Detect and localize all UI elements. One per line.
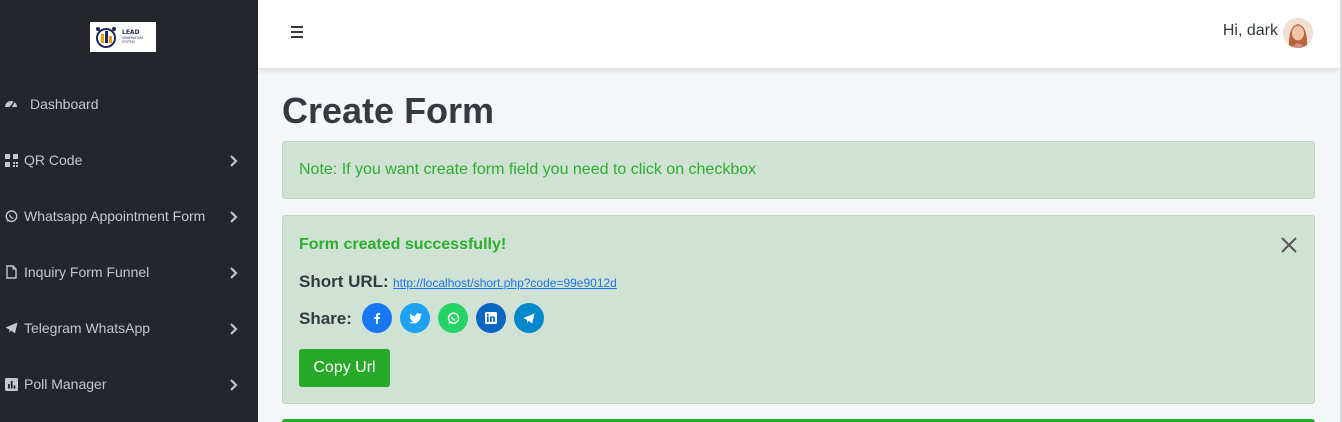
sidebar-item-whatsapp-appointment[interactable]: Whatsapp Appointment Form <box>0 188 258 244</box>
hamburger-menu-icon[interactable] <box>291 26 303 38</box>
success-title: Form created successfully! <box>299 236 507 253</box>
share-facebook-button[interactable] <box>362 303 392 333</box>
share-twitter-button[interactable] <box>400 303 430 333</box>
chevron-right-icon <box>228 378 238 391</box>
sidebar-item-label: Telegram WhatsApp <box>24 320 151 336</box>
logo-line1: LEAD <box>122 28 140 36</box>
success-alert: Form created successfully! Short URL: ht… <box>282 215 1315 404</box>
sidebar-item-telegram-whatsapp[interactable]: Telegram WhatsApp <box>0 300 258 356</box>
telegram-icon <box>4 321 18 335</box>
sidebar-item-label: Dashboard <box>30 96 99 112</box>
chevron-right-icon <box>228 154 238 167</box>
chevron-right-icon <box>228 266 238 279</box>
dashboard-icon <box>4 97 18 111</box>
short-url-link[interactable]: http://localhost/short.php?code=99e9012d <box>393 276 617 290</box>
sidebar-item-label: Whatsapp Appointment Form <box>24 208 206 224</box>
copy-url-button[interactable]: Copy Url <box>299 349 390 387</box>
sidebar: LEAD GENERATION SYSTEM Dashboard QR Code… <box>0 0 258 422</box>
share-linkedin-button[interactable] <box>476 303 506 333</box>
whatsapp-icon <box>447 311 459 324</box>
top-navbar: Hi, dark <box>258 0 1340 68</box>
share-telegram-button[interactable] <box>514 303 544 333</box>
sidebar-nav: Dashboard QR Code Whatsapp Appointment F… <box>0 76 258 412</box>
avatar[interactable] <box>1283 18 1313 48</box>
telegram-icon <box>523 312 535 324</box>
linkedin-icon <box>485 312 497 324</box>
logo-line3: SYSTEM <box>122 40 135 44</box>
whatsapp-icon <box>4 209 18 223</box>
qr-code-icon <box>4 153 18 167</box>
user-greeting[interactable]: Hi, dark <box>1223 22 1278 40</box>
chevron-right-icon <box>228 210 238 223</box>
sidebar-item-qr-code[interactable]: QR Code <box>0 132 258 188</box>
brand-logo[interactable]: LEAD GENERATION SYSTEM <box>90 22 156 52</box>
sidebar-item-label: Poll Manager <box>24 376 107 392</box>
share-whatsapp-button[interactable] <box>438 303 468 333</box>
sidebar-item-dashboard[interactable]: Dashboard <box>0 76 258 132</box>
page-title: Create Form <box>282 90 495 131</box>
chevron-right-icon <box>228 322 238 335</box>
file-icon <box>4 265 18 279</box>
share-label: Share: <box>299 309 352 328</box>
poll-icon <box>4 377 18 391</box>
sidebar-item-label: Inquiry Form Funnel <box>24 264 150 280</box>
close-icon[interactable] <box>1280 236 1298 254</box>
sidebar-item-inquiry-form-funnel[interactable]: Inquiry Form Funnel <box>0 244 258 300</box>
sidebar-item-label: QR Code <box>24 152 83 168</box>
short-url-label: Short URL: <box>299 272 389 291</box>
twitter-icon <box>408 312 422 323</box>
sidebar-item-poll-manager[interactable]: Poll Manager <box>0 356 258 412</box>
logo-mark-icon <box>93 24 119 50</box>
share-buttons <box>362 303 544 333</box>
facebook-icon <box>374 313 381 324</box>
logo-text: LEAD GENERATION SYSTEM <box>122 28 143 44</box>
note-alert: Note: If you want create form field you … <box>282 141 1315 199</box>
